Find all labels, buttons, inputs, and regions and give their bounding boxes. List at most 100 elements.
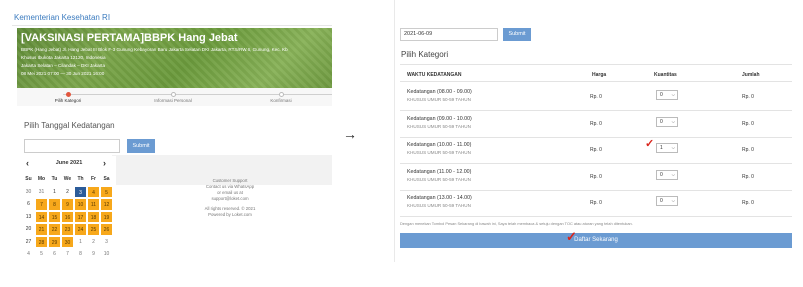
calendar-month-label: June 2021 [55,160,83,166]
step-pilih-kategori: Pilih Kategori [28,88,108,103]
calendar-day-available[interactable]: 17 [74,210,87,223]
calendar-day-available[interactable]: 28 [35,235,48,248]
chevron-down-icon: ⌵ [671,198,675,203]
calendar-day-available[interactable]: 7 [35,198,48,211]
slot-total: Rp. 0 [742,94,754,100]
quantity-value: 0 [660,198,663,204]
footer-powered-by: Powered by Loket.com [208,212,252,217]
calendar-day-available[interactable]: 5 [100,185,113,198]
calendar-day: 2 [92,238,95,245]
quantity-select[interactable]: 0 ⌵ [656,169,678,180]
selected-date-input[interactable]: 2021-06-09 [400,28,498,41]
calendar-day: 1 [79,238,82,245]
terms-notice: Dengan menekan Tombol Pesan Sekarang di … [400,221,633,226]
calendar-day[interactable]: 6 [22,198,35,211]
slot-row: Kedatangan (09.00 - 10.00) KHUSUS UMUR 50… [400,111,792,137]
quantity-value: 0 [660,92,663,98]
slot-row: Kedatangan (08.00 - 09.00) KHUSUS UMUR 50… [400,84,792,110]
slot-total: Rp. 0 [742,120,754,127]
calendar-day-available[interactable]: 14 [35,210,48,223]
slot-total: Rp. 0 [742,147,754,153]
weekday-label: Fr [91,176,96,182]
header-time: WAKTU KEDATANGAN [407,72,462,78]
submit-button[interactable]: Submit [127,139,155,153]
quantity-select[interactable]: 0 ⌵ [656,196,678,206]
step-dot [278,92,284,97]
slot-time: Kedatangan (08.00 - 09.00) [407,89,472,95]
calendar-day[interactable]: 20 [22,223,35,236]
calendar-day: 8 [79,251,82,257]
weekday-label: Sa [103,176,110,182]
right-arrow-icon: → [343,126,357,142]
weekday-label: Tu [51,176,58,182]
calendar-day-available[interactable]: 8 [48,198,61,211]
event-address-1: BBPK (Hang Jebat) Jl. Hang Jebat III Blo… [21,47,288,52]
slot-time: Kedatangan (11.00 - 12.00) [407,168,472,175]
footer-email-link[interactable]: or email us at support@loket.com [200,190,260,202]
event-banner: [VAKSINASI PERTAMA]BBPK Hang Jebat BBPK … [17,28,332,88]
weekday-label: We [63,176,72,182]
quantity-select[interactable]: 0 ⌵ [656,90,678,100]
event-title: [VAKSINASI PERTAMA]BBPK Hang Jebat [21,32,238,44]
calendar-day[interactable]: 13 [22,211,35,224]
calendar-day[interactable]: 1 [48,186,61,199]
step-label: Konfirmasi [270,98,292,103]
calendar-day: 9 [92,251,95,257]
progress-steps: Pilih Kategori Informasi Personal Konfir… [17,88,332,106]
calendar-day-available[interactable]: 30 [61,235,74,248]
slot-time: Kedatangan (13.00 - 14.00) [407,195,472,201]
slot-age-group: KHUSUS UMUR 50-59 TAHUN [407,123,471,129]
slot-age-group: KHUSUS UMUR 50-59 TAHUN [407,150,471,155]
calendar-day-available[interactable]: 15 [48,210,61,223]
chevron-down-icon: ⌵ [671,145,675,150]
checkmark-icon: ✓ [645,138,655,150]
event-region: Jakarta Selatan – Cilandak – DKI Jakarta [21,63,106,68]
quantity-select[interactable]: 0 ⌵ [656,116,678,127]
register-now-button[interactable]: Daftar Sekarang [400,233,792,248]
chevron-right-icon[interactable]: › [103,158,106,168]
divider [400,81,792,82]
calendar-day-available[interactable]: 29 [48,235,61,248]
calendar-day-available[interactable]: 25 [87,223,100,236]
date-input[interactable] [24,139,120,153]
calendar-day: 10 [103,251,110,257]
registration-right-panel: 2021-06-09 Submit Pilih Kategori WAKTU K… [394,0,803,287]
calendar-day-available[interactable]: 24 [74,223,87,236]
slot-total: Rp. 0 [742,173,754,180]
calendar-day-available[interactable]: 10 [74,198,87,211]
calendar-day-available[interactable]: 16 [61,210,74,223]
calendar-day-available[interactable]: 4 [87,185,100,198]
footer: Customer Support Contact us via WhatsApp… [200,178,260,218]
calendar-day-available[interactable]: 19 [100,210,113,223]
calendar-day-available[interactable]: 9 [61,198,74,211]
quantity-select[interactable]: 1 ⌵ [656,143,678,153]
chevron-down-icon: ⌵ [671,92,675,97]
calendar-day-available[interactable]: 21 [35,223,48,236]
calendar-day[interactable]: 27 [22,236,35,249]
slot-row: Kedatangan (11.00 - 12.00) KHUSUS UMUR 50… [400,164,792,190]
calendar-day: 4 [27,251,30,257]
calendar-day-available[interactable]: 18 [87,210,100,223]
submit-button[interactable]: Submit [503,28,531,41]
calendar-day-available[interactable]: 11 [87,198,100,211]
header-qty: Kuantitas [654,72,677,78]
calendar-day: 7 [66,251,69,257]
date-picker-calendar: ‹ June 2021 › Su Mo Tu We Th Fr Sa 30 31 1 2 3 4 5 6 7 8… [22,156,116,263]
calendar-day-available[interactable]: 22 [48,223,61,236]
slot-price: Rp. 0 [590,147,602,153]
divider [400,64,792,65]
calendar-day[interactable]: 2 [61,186,74,199]
chevron-down-icon: ⌵ [671,171,675,177]
calendar-day-available[interactable]: 12 [100,198,113,211]
step-dot [170,92,176,97]
calendar-day-available[interactable]: 23 [61,223,74,236]
divider [400,216,792,217]
step-dot [65,92,71,97]
calendar-day: 3 [105,238,108,245]
brand-link[interactable]: Kementerian Kesehatan RI [14,13,110,22]
slot-age-group: KHUSUS UMUR 50-59 TAHUN [407,176,471,182]
calendar-day-available[interactable]: 26 [100,223,113,236]
step-label: Informasi Personal [154,98,192,103]
quantity-value: 0 [660,118,663,125]
calendar-day-selected[interactable]: 3 [74,185,87,198]
